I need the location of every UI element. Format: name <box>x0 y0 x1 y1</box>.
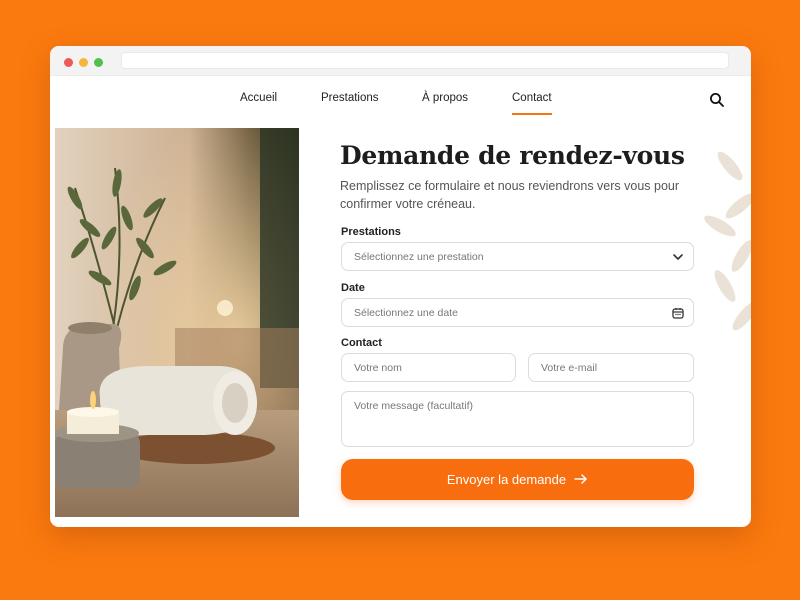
chevron-down-icon <box>672 251 684 263</box>
prestation-select[interactable]: Sélectionnez une prestation <box>341 242 694 271</box>
browser-window: Accueil Prestations À propos Contact Dem… <box>50 46 751 527</box>
nav-item-contact[interactable]: Contact <box>512 92 552 115</box>
message-textarea-placeholder: Votre message (facultatif) <box>354 400 474 412</box>
maximize-window-dot[interactable] <box>94 58 103 67</box>
arrow-right-icon <box>574 472 588 487</box>
calendar-icon <box>672 307 684 319</box>
email-field-placeholder: Votre e-mail <box>541 362 598 374</box>
search-icon[interactable] <box>709 92 725 108</box>
nav-item-accueil[interactable]: Accueil <box>240 92 277 104</box>
spa-photo <box>55 128 299 517</box>
decorative-leaves <box>690 146 751 346</box>
page-subtitle: Remplissez ce formulaire et nous reviend… <box>340 179 680 211</box>
name-field[interactable]: Votre nom <box>341 353 516 382</box>
submit-button-label: Envoyer la demande <box>446 472 567 487</box>
nav-item-a-propos[interactable]: À propos <box>422 92 468 104</box>
top-nav: Accueil Prestations À propos Contact <box>50 76 751 128</box>
prestation-select-placeholder: Sélectionnez une prestation <box>354 251 484 263</box>
submit-button[interactable]: Envoyer la demande <box>341 459 694 500</box>
browser-chrome <box>50 46 751 76</box>
minimize-window-dot[interactable] <box>79 58 88 67</box>
contact-label: Contact <box>341 337 382 349</box>
email-field[interactable]: Votre e-mail <box>528 353 694 382</box>
name-field-placeholder: Votre nom <box>354 362 402 374</box>
close-window-dot[interactable] <box>64 58 73 67</box>
address-bar[interactable] <box>121 52 729 69</box>
page-title: Demande de rendez-vous <box>340 141 685 170</box>
nav-item-prestations[interactable]: Prestations <box>321 92 379 104</box>
prestations-label: Prestations <box>341 226 401 238</box>
date-label: Date <box>341 282 365 294</box>
message-textarea[interactable]: Votre message (facultatif) <box>341 391 694 447</box>
date-picker[interactable]: Sélectionnez une date <box>341 298 694 327</box>
date-picker-placeholder: Sélectionnez une date <box>354 307 458 319</box>
